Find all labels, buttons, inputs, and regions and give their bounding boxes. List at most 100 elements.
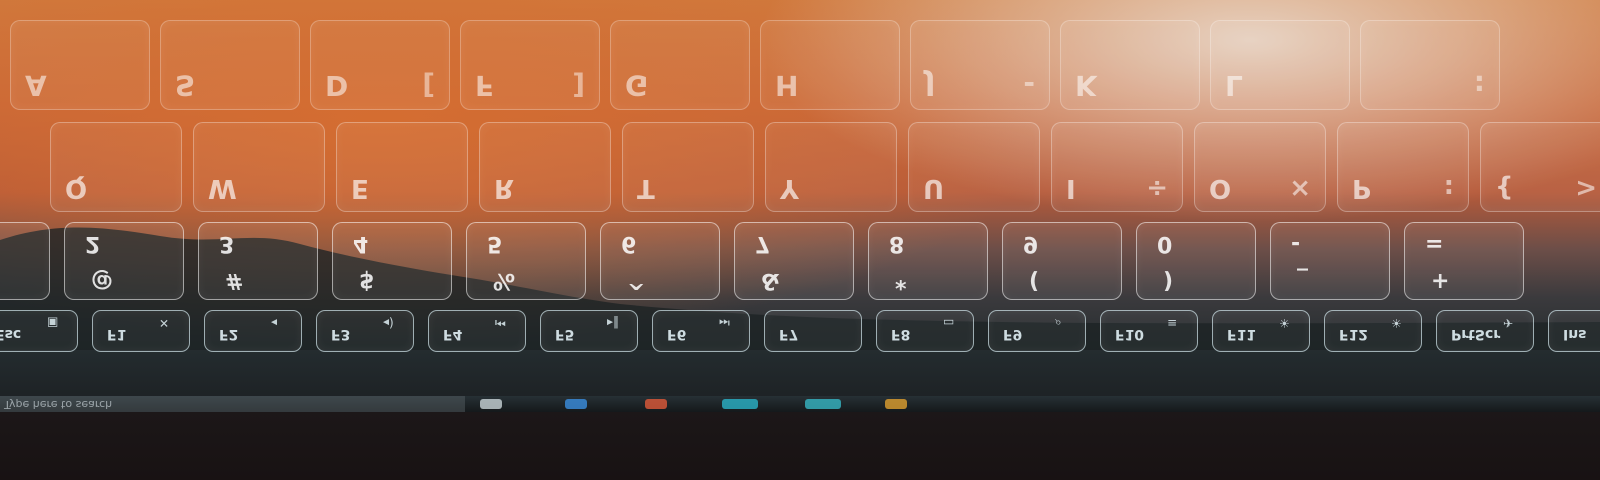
- key-number-label: 9: [1023, 231, 1039, 256]
- key-number-2: 3 #: [198, 222, 318, 300]
- key-label: F5: [555, 326, 575, 342]
- key-label: W: [208, 173, 237, 203]
- airplane-mode-icon: ✈: [1503, 316, 1514, 330]
- key-ins: Ins: [1548, 310, 1600, 352]
- key-number-10: - _: [1270, 222, 1390, 300]
- key-symbol-label: #: [225, 268, 244, 293]
- key-r: R: [479, 122, 611, 212]
- key-sublabel: :: [1443, 173, 1454, 203]
- key-sublabel: >: [1575, 173, 1597, 203]
- key-label: O: [1209, 173, 1232, 203]
- key-label: F10: [1115, 326, 1145, 342]
- key-y: Y: [765, 122, 897, 212]
- key-f3: F3 ◂): [316, 310, 414, 352]
- key-label: L: [1225, 69, 1243, 102]
- key-number-5: 6 ^: [600, 222, 720, 300]
- store-icon: [722, 399, 758, 409]
- key-number-label: 3: [219, 231, 235, 256]
- key-h: H: [760, 20, 900, 110]
- brightness-up-icon: ☀: [1391, 316, 1402, 330]
- key-f4: F4 ⏮: [428, 310, 526, 352]
- key-symbol-label: (: [1029, 268, 1040, 293]
- key-number-4: 5%: [466, 222, 586, 300]
- key-number-0: !: [0, 222, 50, 300]
- key-label: Q: [65, 173, 88, 203]
- key-f: F]: [460, 20, 600, 110]
- key-label: Esc: [0, 326, 22, 342]
- key-symbol-label: _: [1297, 268, 1308, 293]
- key-sublabel: :: [1473, 69, 1485, 102]
- key-f11: F11 ☀: [1212, 310, 1310, 352]
- backlight-icon: ≡: [1167, 316, 1178, 330]
- key-number-label: =: [1425, 231, 1444, 256]
- key-symbol: :: [1360, 20, 1500, 110]
- key-symbol-label: ): [1163, 268, 1174, 293]
- key-f1: F1 ✕: [92, 310, 190, 352]
- key-label: Y: [780, 173, 799, 203]
- key-label: K: [1075, 69, 1097, 102]
- key-k: K: [1060, 20, 1200, 110]
- key-label: U: [923, 173, 945, 203]
- lock-icon: ▣: [47, 316, 59, 330]
- key-symbol-label: ^: [627, 268, 646, 293]
- key-q: Q: [50, 122, 182, 212]
- key-label: F2: [219, 326, 239, 342]
- key-sublabel: [: [422, 69, 435, 102]
- key-label: F7: [779, 326, 799, 342]
- key-g: G: [610, 20, 750, 110]
- search-icon: ⌕: [1055, 316, 1062, 330]
- key-s: S: [160, 20, 300, 110]
- key-label: I: [1066, 173, 1076, 203]
- key-number-3: 4 $: [332, 222, 452, 300]
- key-f2: F2 ◂: [204, 310, 302, 352]
- key-sublabel: -: [1023, 69, 1035, 102]
- key-label: F4: [443, 326, 463, 342]
- file-explorer-icon: [805, 399, 841, 409]
- key-label: Ins: [1563, 326, 1587, 342]
- key-number-label: 5: [487, 231, 503, 256]
- shield-app-icon: [645, 399, 667, 409]
- key-a: A: [10, 20, 150, 110]
- laptop-bezel: [0, 412, 1600, 480]
- key-d: D[: [310, 20, 450, 110]
- key-number-1: 2 @: [64, 222, 184, 300]
- key-label: A: [25, 69, 47, 102]
- play-pause-icon: ▸‖: [607, 316, 620, 330]
- key-label: G: [625, 69, 648, 102]
- key-label: E: [351, 173, 369, 203]
- key-label: F11: [1227, 326, 1257, 342]
- key-label: F12: [1339, 326, 1369, 342]
- key-label: T: [637, 173, 655, 203]
- key-f9: F9 ⌕: [988, 310, 1086, 352]
- key-label: R: [494, 173, 515, 203]
- key-u: U: [908, 122, 1040, 212]
- volume-up-icon: ◂): [383, 316, 394, 330]
- key-symbol-label: @: [91, 268, 113, 293]
- key-label: F8: [891, 326, 911, 342]
- key-label: F6: [667, 326, 687, 342]
- chrome-icon: [885, 399, 907, 409]
- key-t: T: [622, 122, 754, 212]
- previous-track-icon: ⏮: [495, 316, 506, 330]
- task-view-icon: [480, 399, 502, 409]
- key-label: F1: [107, 326, 127, 342]
- key-number-label: 2: [85, 231, 101, 256]
- key-number-11: = +: [1404, 222, 1524, 300]
- key-number-8: 9(: [1002, 222, 1122, 300]
- key-o: O ×: [1194, 122, 1326, 212]
- key-number-6: 7 &: [734, 222, 854, 300]
- key-f6: F6 ⏭: [652, 310, 750, 352]
- key-symbol-label: *: [895, 268, 907, 293]
- key-f7: F7: [764, 310, 862, 352]
- key-label: PrtScr: [1451, 326, 1501, 342]
- key-f12: F12 ☀: [1324, 310, 1422, 352]
- key-prtscr: PrtScr ✈: [1436, 310, 1534, 352]
- key-symbol-label: +: [1431, 268, 1450, 293]
- key-esc: Esc ▣: [0, 310, 78, 352]
- taskbar-search-box: Type here to search: [0, 396, 465, 412]
- next-track-icon: ⏭: [719, 316, 730, 330]
- key-number-label: 6: [621, 231, 637, 256]
- key-label: F: [475, 69, 495, 102]
- key-p: P:: [1337, 122, 1469, 212]
- edge-icon: [565, 399, 587, 409]
